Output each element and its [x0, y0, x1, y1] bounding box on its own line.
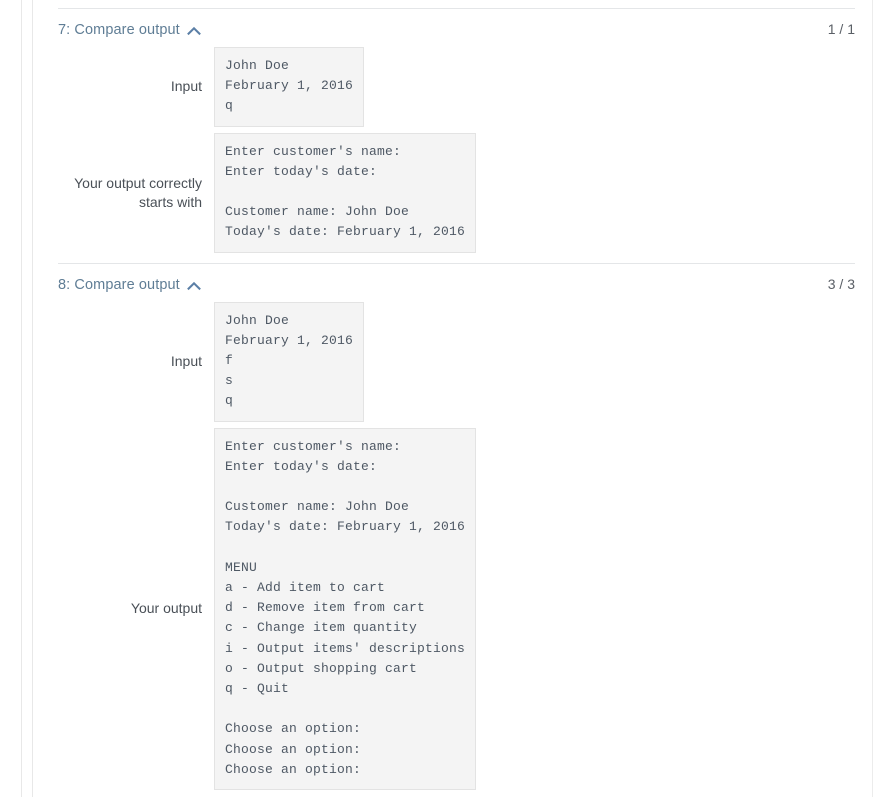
chevron-up-icon[interactable] [186, 26, 201, 36]
io-label-your-output-starts-with: Your output correctly starts with [74, 174, 202, 210]
io-label-your-output: Your output [130, 600, 202, 617]
io-row-input: Input John Doe February 1, 2016 f s q [58, 301, 855, 422]
test-case-2: 8: Compare output 3 / 3 Input John Doe Febr… [0, 264, 896, 802]
test-case-header: 8: Compare output 3 / 3 [58, 264, 855, 296]
test-case-title: 8: Compare output [58, 276, 180, 293]
io-row-your-output: Your output Enter customer's name: Enter … [58, 427, 855, 791]
top-spacer [0, 0, 896, 8]
io-label-input: Input [170, 78, 202, 95]
test-case-header: 7: Compare output 1 / 1 [58, 9, 855, 41]
test-results-panel: 7: Compare output 1 / 1 Input John Doe Febr… [0, 0, 896, 802]
test-case-score: 3 / 3 [827, 275, 855, 292]
io-row-input: Input John Doe February 1, 2016 q [58, 47, 855, 127]
io-text-input: John Doe February 1, 2016 q [214, 47, 365, 127]
test-case-toggle[interactable]: 8: Compare output [58, 277, 201, 293]
io-text-input: John Doe February 1, 2016 f s q [214, 301, 365, 422]
io-text-your-output-starts-with: Enter customer's name: Enter today's dat… [214, 132, 477, 253]
io-text-your-output: Enter customer's name: Enter today's dat… [214, 427, 477, 791]
io-row-your-output-starts-with: Your output correctly starts with Enter c… [58, 132, 855, 253]
test-case-title: 7: Compare output [58, 22, 180, 38]
test-case-list: 7: Compare output 1 / 1 Input John Doe Febr… [0, 8, 896, 802]
io-label-input: Input [170, 353, 202, 370]
chevron-up-icon[interactable] [186, 281, 201, 291]
test-case-score: 1 / 1 [827, 21, 855, 37]
test-case-toggle[interactable]: 7: Compare output [58, 22, 201, 38]
test-case-1: 7: Compare output 1 / 1 Input John Doe Febr… [0, 9, 896, 263]
